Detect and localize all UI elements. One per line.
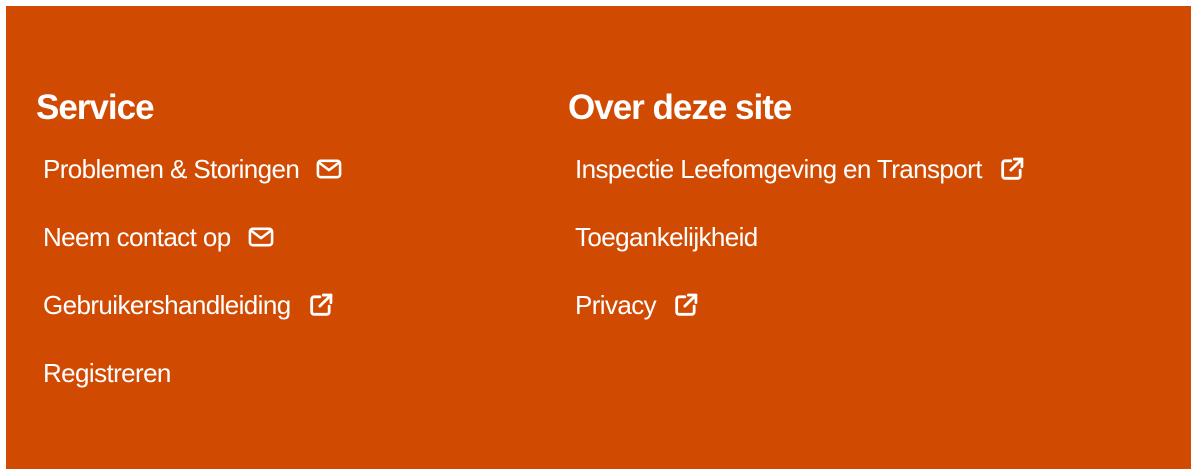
site-footer: Service Problemen & Storingen Neem conta… xyxy=(6,6,1191,469)
mail-icon xyxy=(247,223,275,251)
link-label: Inspectie Leefomgeving en Transport xyxy=(575,154,982,184)
about-column: Over deze site Inspectie Leefomgeving en… xyxy=(568,86,1024,320)
link-label: Neem contact op xyxy=(43,222,231,252)
privacy-link[interactable]: Privacy xyxy=(575,290,700,320)
problems-outages-link[interactable]: Problemen & Storingen xyxy=(43,154,343,184)
list-item: Registreren xyxy=(43,358,343,426)
accessibility-link[interactable]: Toegankelijkheid xyxy=(575,222,758,252)
list-item: Gebruikershandleiding xyxy=(43,290,343,358)
link-label: Privacy xyxy=(575,290,657,320)
contact-link[interactable]: Neem contact op xyxy=(43,222,275,252)
link-label: Gebruikershandleiding xyxy=(43,290,291,320)
user-manual-link[interactable]: Gebruikershandleiding xyxy=(43,290,335,320)
external-link-icon xyxy=(672,291,700,319)
service-links: Problemen & Storingen Neem contact op Ge… xyxy=(43,154,343,426)
list-item: Toegankelijkheid xyxy=(575,222,1026,290)
about-links: Inspectie Leefomgeving en Transport Toeg… xyxy=(575,154,1026,358)
mail-icon xyxy=(315,155,343,183)
link-label: Registreren xyxy=(43,358,171,388)
list-item: Privacy xyxy=(575,290,1026,358)
about-heading: Over deze site xyxy=(568,88,792,127)
register-link[interactable]: Registreren xyxy=(43,358,171,388)
link-label: Problemen & Storingen xyxy=(43,154,300,184)
list-item: Problemen & Storingen xyxy=(43,154,343,222)
link-label: Toegankelijkheid xyxy=(575,222,758,252)
service-heading: Service xyxy=(36,88,155,127)
service-column: Service Problemen & Storingen Neem conta… xyxy=(36,86,342,388)
external-link-icon xyxy=(307,291,335,319)
list-item: Inspectie Leefomgeving en Transport xyxy=(575,154,1026,222)
ilt-link[interactable]: Inspectie Leefomgeving en Transport xyxy=(575,154,1026,184)
list-item: Neem contact op xyxy=(43,222,343,290)
external-link-icon xyxy=(998,155,1026,183)
